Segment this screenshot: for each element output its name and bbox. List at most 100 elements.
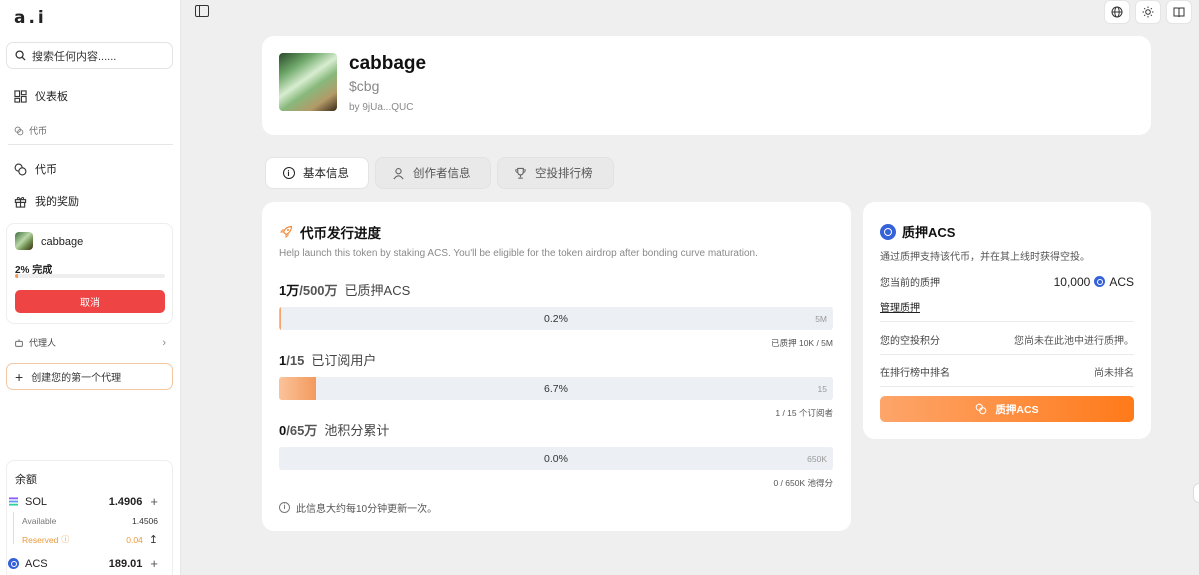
sidebar-token-progress-fill [15, 274, 18, 278]
nav-rewards-label: 我的奖励 [35, 196, 79, 208]
current-stake-value: 10,000 [1053, 274, 1091, 289]
divider [880, 386, 1134, 387]
info-icon[interactable]: ⓘ [61, 534, 69, 545]
divider [8, 144, 173, 145]
cancel-button[interactable]: 取消 [15, 290, 165, 313]
sol-symbol: SOL [25, 495, 48, 508]
rank-value: 尚未排名 [1094, 368, 1134, 379]
tab-airdrop-leaderboard-label: 空投排行榜 [535, 168, 593, 180]
withdraw-icon[interactable]: ↥ [149, 533, 158, 546]
acs-icon [880, 223, 896, 240]
launch-title: 代币发行进度 [279, 222, 381, 242]
metric-staked: 1万 /500万 已质押ACS [279, 280, 410, 299]
sol-available-value: 1.4506 [132, 516, 158, 526]
metric-pool-points-total: /65万 [286, 423, 318, 438]
add-sol-icon[interactable]: + [150, 494, 158, 509]
rank-row: 在排行榜中排名 尚未排名 [880, 364, 1134, 379]
app-logo[interactable]: a.i [14, 8, 47, 28]
metric-staked-label: 已质押ACS [344, 283, 411, 298]
token-image [279, 53, 337, 111]
info-icon: i [279, 502, 290, 513]
theme-button[interactable] [1135, 0, 1161, 24]
launch-progress-card: 代币发行进度 Help launch this token by staking… [262, 202, 851, 531]
nav-dashboard[interactable]: 仪表板 [14, 88, 68, 104]
globe-icon [1111, 6, 1123, 18]
balance-acs-row: ACS 189.01 + [8, 556, 158, 571]
metric-pool-points-percent: 0.0% [544, 452, 568, 465]
metric-staked-total: /500万 [299, 283, 338, 298]
create-agent-button[interactable]: + 创建您的第一个代理 [6, 363, 173, 390]
manage-stake-link[interactable]: 管理质押 [880, 299, 920, 314]
token-header-card: cabbage $cbg by 9jUa...QUC [262, 36, 1151, 135]
current-stake-value-group: 10,000 ACS [1054, 275, 1134, 289]
sidebar-token-card[interactable]: cabbage 2% 完成 取消 [6, 223, 173, 324]
metric-pool-points-current: 0 [279, 423, 287, 438]
metric-subscribers-percent: 6.7% [544, 382, 568, 395]
stake-acs-button[interactable]: 质押ACS [880, 396, 1134, 422]
metric-pool-points-bar: 0.0% 650K [279, 447, 833, 470]
divider [880, 321, 1134, 322]
section-tokens-label: 代币 [29, 126, 48, 136]
balance-sol-row: SOL 1.4906 + [8, 494, 158, 509]
metric-subscribers-current: 1 [279, 353, 287, 368]
divider [13, 512, 14, 544]
coins-icon [976, 403, 987, 415]
launch-description: Help launch this token by staking ACS. Y… [279, 248, 758, 259]
nav-agents[interactable]: 代理人 › [14, 336, 166, 349]
sidebar-token-name: cabbage [41, 236, 84, 248]
tab-creator-info-label: 创作者信息 [413, 168, 471, 180]
acs-symbol: ACS [25, 557, 48, 570]
tab-basic-info-label: 基本信息 [303, 168, 349, 180]
coins-icon [14, 126, 24, 135]
launch-title-text: 代币发行进度 [300, 226, 381, 241]
metric-pool-points: 0 /65万 池积分累计 [279, 420, 389, 439]
current-stake-row: 您当前的质押 10,000 ACS [880, 274, 1134, 290]
nav-rewards[interactable]: 我的奖励 [14, 193, 79, 209]
acs-icon [1094, 276, 1106, 287]
info-icon: i [282, 167, 295, 180]
chevron-right-icon: › [162, 336, 166, 349]
token-creator[interactable]: by 9jUa...QUC [349, 102, 413, 113]
create-agent-label: 创建您的第一个代理 [31, 373, 122, 384]
airdrop-points-value: 您尚未在此池中进行质押。 [1014, 336, 1134, 347]
stake-acs-button-label: 质押ACS [995, 403, 1039, 416]
search-input[interactable]: 搜索任何内容...... [6, 42, 173, 69]
add-acs-icon[interactable]: + [150, 556, 158, 571]
divider [880, 354, 1134, 355]
scroll-handle[interactable] [1193, 483, 1199, 503]
metric-pool-points-note: 0 / 650K 池得分 [773, 478, 833, 488]
sidebar-toggle-icon[interactable] [195, 5, 209, 17]
metric-staked-percent: 0.2% [544, 312, 568, 325]
sidebar: a.i 搜索任何内容...... 仪表板 代币 代币 我的奖励 cabbage … [0, 0, 181, 575]
stake-card: 质押ACS 通过质押支持该代币，并在其上线时获得空投。 您当前的质押 10,00… [863, 202, 1151, 439]
language-button[interactable] [1104, 0, 1130, 24]
tab-airdrop-leaderboard[interactable]: 空投排行榜 [497, 157, 614, 189]
airdrop-points-row: 您的空投积分 您尚未在此池中进行质押。 [880, 332, 1134, 347]
sol-icon [9, 497, 18, 506]
trophy-icon [515, 167, 526, 179]
nav-tokens-label: 代币 [35, 164, 57, 176]
coins-icon [14, 163, 27, 175]
balance-title: 余额 [15, 474, 37, 486]
current-stake-unit: ACS [1109, 274, 1134, 289]
stake-title-text: 质押ACS [902, 225, 956, 240]
tab-creator-info[interactable]: 创作者信息 [375, 157, 491, 189]
metric-pool-points-cap: 650K [807, 453, 827, 464]
sol-reserved-row: Reserved ⓘ 0.04 ↥ [22, 533, 158, 546]
token-name: cabbage [349, 53, 427, 74]
sol-available-label: Available [22, 516, 57, 526]
acs-amount: 189.01 [108, 557, 143, 570]
metric-staked-cap: 5M [815, 313, 827, 324]
metric-subscribers-cap: 15 [817, 383, 827, 394]
nav-tokens[interactable]: 代币 [14, 161, 57, 177]
rank-label: 在排行榜中排名 [880, 368, 950, 379]
metric-staked-bar: 0.2% 5M [279, 307, 833, 330]
token-thumbnail [15, 232, 33, 250]
docs-button[interactable] [1166, 0, 1192, 24]
current-stake-label: 您当前的质押 [880, 278, 940, 289]
tab-basic-info[interactable]: i 基本信息 [265, 157, 369, 189]
metric-pool-points-label: 池积分累计 [324, 423, 390, 438]
metric-subscribers: 1 /15 已订阅用户 [279, 350, 376, 369]
section-tokens: 代币 [14, 124, 47, 137]
token-symbol: $cbg [349, 78, 380, 94]
